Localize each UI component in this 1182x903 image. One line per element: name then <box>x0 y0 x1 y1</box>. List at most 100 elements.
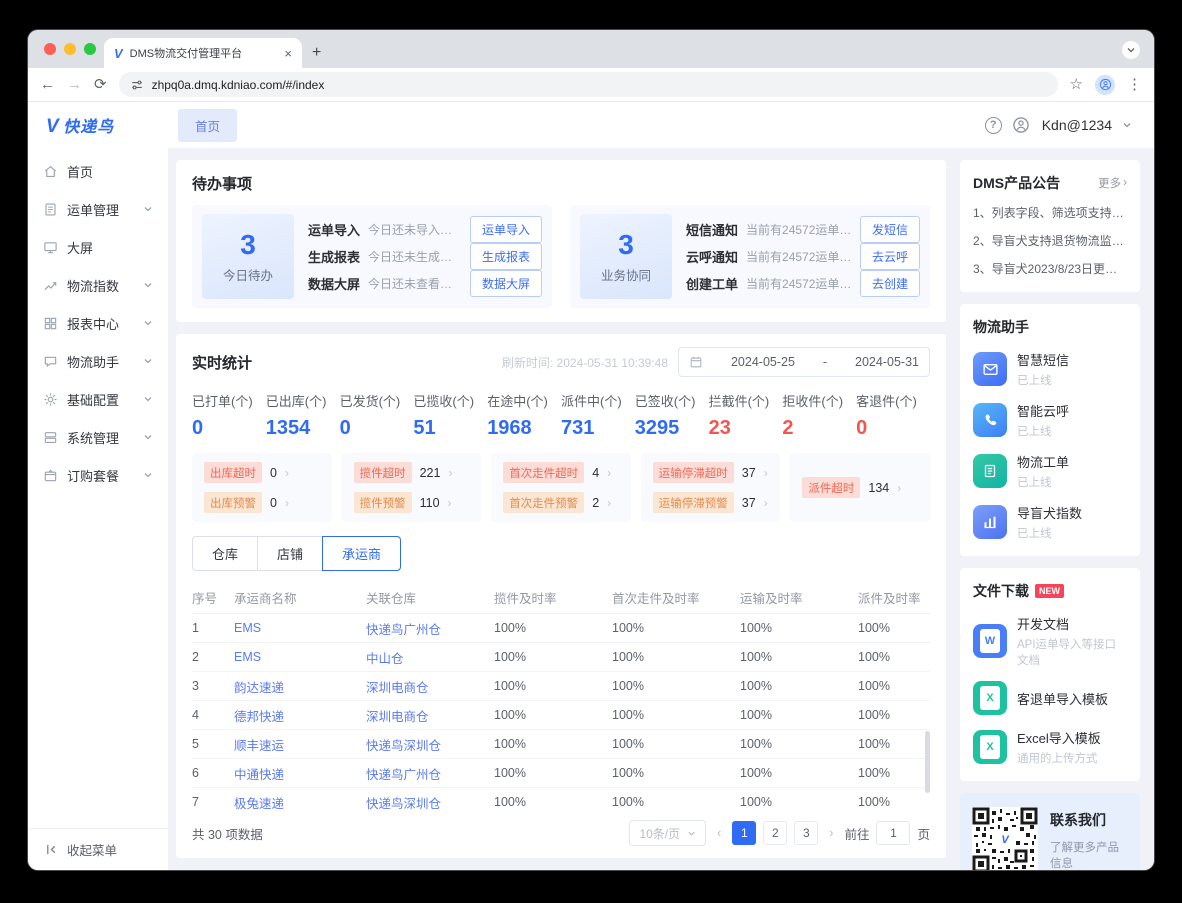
metric: 已打单(个)0 <box>192 391 266 440</box>
close-tab-icon[interactable]: × <box>284 47 292 60</box>
download-item-return-template[interactable]: X 客退单导入模板 <box>973 681 1127 715</box>
sidebar-item-waybill[interactable]: 运单管理 <box>28 190 168 228</box>
todo-group-collab: 3 业务协同 短信通知 当前有24572运单正在发生预警超时 发短信 <box>570 205 930 308</box>
carrier-link[interactable]: 中通快递 <box>234 768 284 782</box>
warehouse-link[interactable]: 快递鸟广州仓 <box>366 768 441 782</box>
carrier-link[interactable]: 德邦快递 <box>234 710 284 724</box>
sidebar-item-bigscreen[interactable]: 大屏 <box>28 228 168 266</box>
assistant-item-index[interactable]: 导盲犬指数已上线 <box>973 503 1127 541</box>
browser-profile-avatar[interactable] <box>1095 75 1115 95</box>
app-logo[interactable]: V 快递鸟 <box>28 113 168 138</box>
date-range-picker[interactable]: 2024-05-25 - 2024-05-31 <box>678 347 930 377</box>
bookmark-star-icon[interactable]: ☆ <box>1070 77 1083 92</box>
send-sms-button[interactable]: 发短信 <box>860 216 920 243</box>
prev-page-button[interactable]: ‹ <box>713 826 725 840</box>
table-row: 4 德邦快递 深圳电商仓 100%100% 100%100% <box>192 700 930 729</box>
alert-link[interactable]: 出库预警0› <box>204 492 320 513</box>
table-scrollbar[interactable] <box>925 731 930 793</box>
carrier-link[interactable]: 顺丰速运 <box>234 739 284 753</box>
username: Kdn@1234 <box>1042 117 1112 133</box>
assistant-item-sms[interactable]: 智慧短信已上线 <box>973 350 1127 388</box>
download-item-devdoc[interactable]: W 开发文档API运单导入等接口文档 <box>973 614 1127 668</box>
reload-button[interactable]: ⟳ <box>94 77 107 92</box>
page-button-3[interactable]: 3 <box>794 821 818 845</box>
alert-link[interactable]: 派件超时134› <box>802 477 918 498</box>
address-bar[interactable]: zhpq0a.dmq.kdniao.com/#/index <box>119 72 1058 97</box>
data-screen-button[interactable]: 数据大屏 <box>470 270 542 297</box>
waybill-import-button[interactable]: 运单导入 <box>470 216 542 243</box>
site-settings-icon[interactable] <box>130 78 144 92</box>
alert-link[interactable]: 揽件超时221› <box>354 462 470 483</box>
chevron-right-icon: › <box>1123 177 1127 189</box>
browser-window: V DMS物流交付管理平台 × + ← → ⟳ zhpq0a.dmq.kdnia… <box>28 30 1154 870</box>
goto-page-input[interactable] <box>876 821 910 845</box>
page-size-select[interactable]: 10条/页 <box>629 820 706 846</box>
announcement-item[interactable]: 3、导盲犬2023/8/23日更新公告 <box>973 260 1127 277</box>
nav-tab-home[interactable]: 首页 <box>178 109 237 142</box>
sidebar-item-logistics-index[interactable]: 物流指数 <box>28 266 168 304</box>
carrier-link[interactable]: 韵达速递 <box>234 681 284 695</box>
qr-code: V <box>972 807 1038 870</box>
alert-link[interactable]: 首次走件预警2› <box>503 492 619 513</box>
account-chevron-down-icon[interactable] <box>1122 120 1132 130</box>
metric: 已发货(个)0 <box>340 391 414 440</box>
browser-tab[interactable]: V DMS物流交付管理平台 × <box>104 38 302 68</box>
alert-link[interactable]: 出库超时0› <box>204 462 320 483</box>
tab-store[interactable]: 店铺 <box>257 536 323 571</box>
sidebar-item-logistics-helper[interactable]: 物流助手 <box>28 342 168 380</box>
total-count: 共 30 项数据 <box>192 824 263 843</box>
table-row: 1 EMS 快递鸟广州仓 100%100% 100%100% <box>192 613 930 642</box>
warehouse-link[interactable]: 深圳电商仓 <box>366 710 429 724</box>
warehouse-link[interactable]: 中山仓 <box>366 652 404 666</box>
carrier-link[interactable]: EMS <box>234 621 261 635</box>
warehouse-link[interactable]: 快递鸟广州仓 <box>366 623 441 637</box>
minimize-window-button[interactable] <box>64 43 76 55</box>
warehouse-link[interactable]: 快递鸟深圳仓 <box>366 797 441 811</box>
close-window-button[interactable] <box>44 43 56 55</box>
back-button[interactable]: ← <box>40 77 55 92</box>
waybill-icon <box>43 202 58 217</box>
todo-row: 云呼通知 当前有24572运单正在发生预警超时 去云呼 <box>686 243 920 270</box>
assistant-item-ticket[interactable]: 物流工单已上线 <box>973 452 1127 490</box>
user-icon[interactable] <box>1012 116 1030 134</box>
tab-carrier[interactable]: 承运商 <box>322 536 401 571</box>
sidebar-item-subscription[interactable]: 订购套餐 <box>28 456 168 494</box>
alert-link[interactable]: 揽件预警110› <box>354 492 470 513</box>
header-right: ? Kdn@1234 <box>985 116 1154 134</box>
carrier-link[interactable]: EMS <box>234 650 261 664</box>
alert-box-pickup: 揽件超时221› 揽件预警110› <box>342 453 482 522</box>
announcement-item[interactable]: 1、列表字段、筛选项支持自定义设... <box>973 204 1127 221</box>
warehouse-link[interactable]: 快递鸟深圳仓 <box>366 739 441 753</box>
warehouse-link[interactable]: 深圳电商仓 <box>366 681 429 695</box>
tab-overview-button[interactable] <box>1122 41 1140 59</box>
alert-link[interactable]: 运输停滞超时37› <box>653 462 769 483</box>
sidebar-item-report-center[interactable]: 报表中心 <box>28 304 168 342</box>
chevron-right-icon: › <box>607 496 611 510</box>
sidebar-item-basic-config[interactable]: 基础配置 <box>28 380 168 418</box>
alert-link[interactable]: 首次走件超时4› <box>503 462 619 483</box>
assistant-panel: 物流助手 智慧短信已上线 智能云呼已上线 物流工单已上线 <box>960 304 1140 556</box>
announcement-item[interactable]: 2、导盲犬支持退货物流监控啦! <box>973 232 1127 249</box>
assistant-item-call[interactable]: 智能云呼已上线 <box>973 401 1127 439</box>
next-page-button[interactable]: › <box>825 826 837 840</box>
browser-menu-icon[interactable]: ⋮ <box>1127 77 1142 92</box>
carrier-link[interactable]: 极兔速递 <box>234 797 284 811</box>
create-ticket-button[interactable]: 去创建 <box>860 270 920 297</box>
alert-link[interactable]: 运输停滞预警37› <box>653 492 769 513</box>
announcement-more-link[interactable]: 更多 › <box>1098 175 1127 191</box>
tab-warehouse[interactable]: 仓库 <box>192 536 258 571</box>
forward-button[interactable]: → <box>67 77 82 92</box>
page-button-2[interactable]: 2 <box>763 821 787 845</box>
chevron-right-icon: › <box>764 466 768 480</box>
todo-row: 运单导入 今日还未导入运单，请及时导入! 运单导入 <box>308 216 542 243</box>
generate-report-button[interactable]: 生成报表 <box>470 243 542 270</box>
collapse-menu-button[interactable]: 收起菜单 <box>28 828 168 870</box>
sidebar-item-home[interactable]: 首页 <box>28 152 168 190</box>
zoom-window-button[interactable] <box>84 43 96 55</box>
download-item-excel-template[interactable]: X Excel导入模板通用的上传方式 <box>973 728 1127 766</box>
cloud-call-button[interactable]: 去云呼 <box>860 243 920 270</box>
new-tab-button[interactable]: + <box>312 44 321 62</box>
page-button-1[interactable]: 1 <box>732 821 756 845</box>
sidebar-item-system-management[interactable]: 系统管理 <box>28 418 168 456</box>
help-icon[interactable]: ? <box>985 117 1002 134</box>
